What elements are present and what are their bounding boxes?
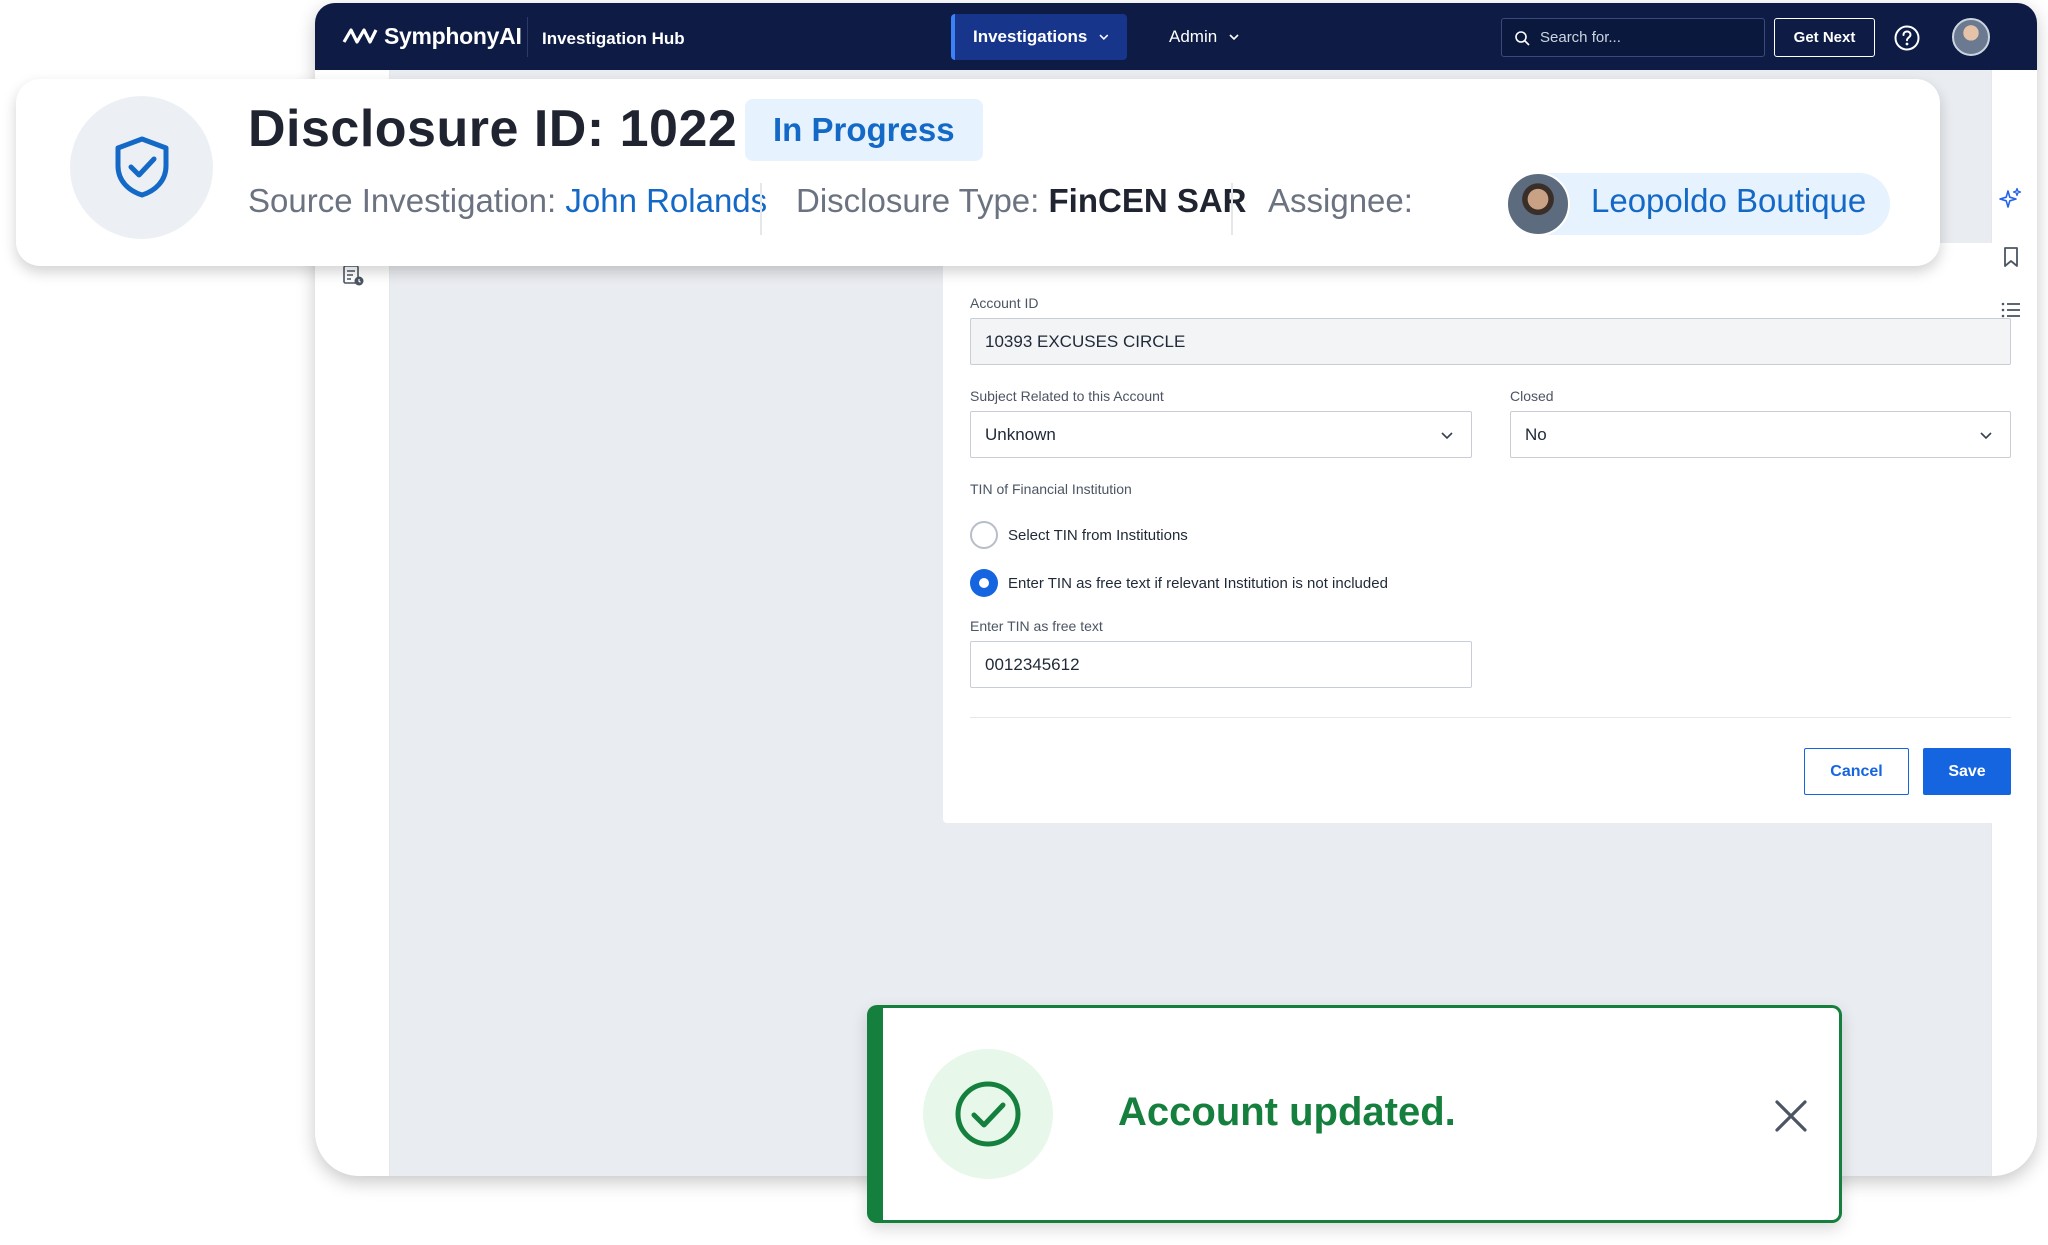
brand-name: SymphonyAI bbox=[384, 23, 522, 49]
symphonyai-logo-icon bbox=[342, 27, 378, 44]
status-badge: In Progress bbox=[745, 99, 983, 161]
subject-label: Subject Related to this Account bbox=[970, 388, 1164, 404]
close-icon[interactable] bbox=[1773, 1098, 1809, 1134]
help-icon[interactable] bbox=[1893, 24, 1921, 52]
source-investigation: Source Investigation: John Rolands bbox=[248, 182, 767, 220]
assignee-name[interactable]: Leopoldo Boutique bbox=[1591, 182, 1866, 220]
search-icon bbox=[1515, 30, 1530, 46]
tin-free-text-value: 0012345612 bbox=[985, 654, 1080, 674]
product-title: Investigation Hub bbox=[542, 29, 685, 48]
account-id-value: 10393 EXCUSES CIRCLE bbox=[985, 331, 1186, 351]
chevron-down-icon bbox=[1441, 432, 1453, 440]
get-next-button[interactable]: Get Next bbox=[1774, 18, 1875, 57]
ai-sparkle-icon[interactable] bbox=[1999, 187, 2023, 211]
shield-badge bbox=[70, 96, 213, 239]
user-avatar[interactable] bbox=[1952, 18, 1990, 56]
brand-logo[interactable]: SymphonyAI bbox=[342, 23, 522, 50]
tin-label: TIN of Financial Institution bbox=[970, 481, 1132, 497]
chevron-down-icon bbox=[1229, 34, 1239, 41]
toast-message: Account updated. bbox=[1118, 1090, 1456, 1134]
tin-free-text-input[interactable]: 0012345612 bbox=[970, 641, 1472, 688]
list-icon[interactable] bbox=[1999, 298, 2023, 322]
radio-checked[interactable] bbox=[970, 569, 998, 597]
account-form-card: Account ID 10393 EXCUSES CIRCLE Subject … bbox=[943, 243, 2037, 823]
subject-value: Unknown bbox=[985, 424, 1056, 444]
closed-label: Closed bbox=[1510, 388, 1554, 404]
save-button[interactable]: Save bbox=[1923, 748, 2011, 795]
success-toast: Account updated. bbox=[867, 1005, 1842, 1223]
nav-investigations[interactable]: Investigations bbox=[951, 14, 1127, 60]
document-history-icon[interactable] bbox=[341, 263, 365, 287]
shield-check-icon bbox=[115, 136, 169, 198]
tin-option-free-text[interactable]: Enter TIN as free text if relevant Insti… bbox=[970, 569, 1388, 597]
disclosure-title: Disclosure ID: 1022 bbox=[248, 100, 738, 158]
account-id-field[interactable]: 10393 EXCUSES CIRCLE bbox=[970, 318, 2011, 365]
account-id-label: Account ID bbox=[970, 295, 1039, 311]
disclosure-type-value: FinCEN SAR bbox=[1048, 182, 1247, 219]
nav-admin-label: Admin bbox=[1169, 27, 1218, 46]
assignee-avatar bbox=[1506, 172, 1570, 236]
tin-option-select-label: Select TIN from Institutions bbox=[1008, 526, 1188, 544]
meta-divider bbox=[760, 183, 762, 235]
search-input[interactable] bbox=[1540, 29, 1750, 46]
disclosure-type: Disclosure Type: FinCEN SAR bbox=[796, 182, 1247, 220]
source-investigation-label: Source Investigation: bbox=[248, 182, 557, 219]
bookmark-icon[interactable] bbox=[1999, 245, 2023, 269]
closed-value: No bbox=[1525, 424, 1547, 444]
check-circle-icon bbox=[955, 1081, 1021, 1147]
brand-divider bbox=[527, 17, 528, 57]
closed-select[interactable]: No bbox=[1510, 411, 2011, 458]
radio-unchecked[interactable] bbox=[970, 521, 998, 549]
tin-option-select[interactable]: Select TIN from Institutions bbox=[970, 521, 1188, 549]
nav-investigations-label: Investigations bbox=[973, 27, 1088, 46]
tin-free-text-label: Enter TIN as free text bbox=[970, 618, 1103, 634]
meta-divider bbox=[1231, 183, 1233, 235]
disclosure-header-card: Disclosure ID: 1022 In Progress Source I… bbox=[16, 79, 1940, 266]
toast-icon-badge bbox=[923, 1049, 1053, 1179]
nav-admin[interactable]: Admin bbox=[1151, 14, 1261, 60]
assignee-label: Assignee: bbox=[1268, 182, 1413, 219]
chevron-down-icon bbox=[1980, 432, 1992, 440]
form-divider bbox=[970, 717, 2011, 718]
top-navigation-bar: SymphonyAI Investigation Hub Investigati… bbox=[315, 3, 2037, 70]
source-investigation-link[interactable]: John Rolands bbox=[565, 182, 767, 219]
tin-option-free-text-label: Enter TIN as free text if relevant Insti… bbox=[1008, 574, 1388, 592]
disclosure-type-label: Disclosure Type: bbox=[796, 182, 1040, 219]
search-box[interactable] bbox=[1501, 18, 1765, 57]
subject-select[interactable]: Unknown bbox=[970, 411, 1472, 458]
cancel-button[interactable]: Cancel bbox=[1804, 748, 1909, 795]
chevron-down-icon bbox=[1099, 34, 1109, 41]
